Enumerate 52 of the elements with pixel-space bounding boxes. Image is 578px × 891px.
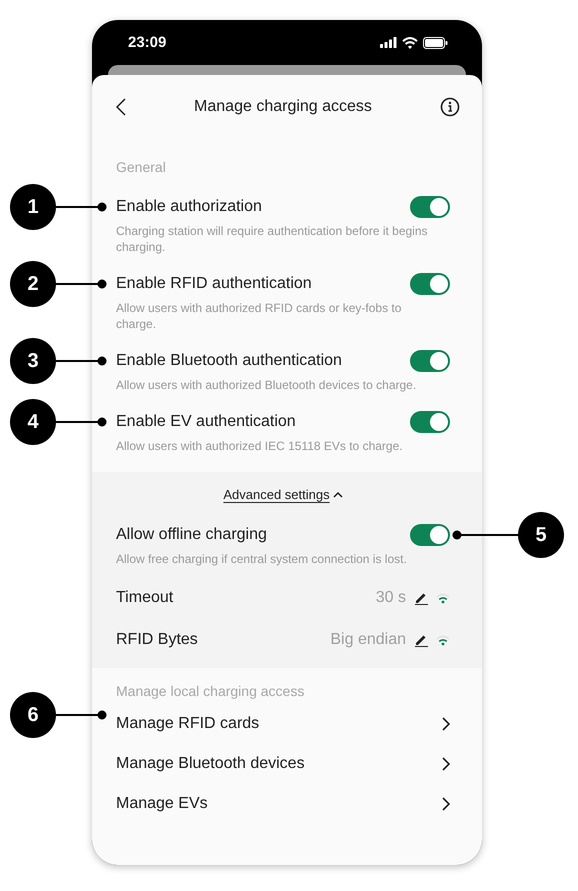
setting-description: Allow users with authorized RFID cards or key-fobs to charge. <box>116 300 402 332</box>
caret-icon <box>332 491 343 498</box>
chevron-right-icon <box>442 797 450 811</box>
nav-item[interactable]: Manage Bluetooth devices <box>116 744 450 784</box>
back-button[interactable] <box>116 98 126 116</box>
leader-line <box>56 279 107 289</box>
section-heading: General <box>116 158 166 177</box>
status-time: 23:09 <box>128 34 166 51</box>
setting-title: Enable EV authentication <box>116 413 296 431</box>
callout-number: 2 <box>10 261 56 307</box>
callout-number: 3 <box>10 338 56 384</box>
callout-number: 5 <box>518 512 564 558</box>
leader-line <box>56 417 107 427</box>
setting-description: Allow free charging if central system connection is lost. <box>116 551 408 567</box>
toggle-switch[interactable] <box>410 273 450 295</box>
nav-item[interactable]: Manage RFID cards <box>116 704 450 744</box>
toggle-switch[interactable] <box>410 411 450 433</box>
signal-icon <box>380 37 397 48</box>
leader-line <box>56 202 107 212</box>
page-title: Manage charging access <box>194 98 372 116</box>
callout-number: 6 <box>10 692 56 738</box>
advanced-settings-link[interactable]: Advanced settings <box>223 487 343 502</box>
toggle-switch[interactable] <box>410 524 450 546</box>
info-button[interactable] <box>440 97 460 117</box>
wifi-icon <box>436 634 450 646</box>
toggle-switch[interactable] <box>410 196 450 218</box>
section-heading: Manage local charging access <box>116 682 304 701</box>
callout-number: 1 <box>10 184 56 230</box>
setting-value: Big endian <box>330 631 406 649</box>
setting-title: Enable authorization <box>116 198 262 216</box>
toggle-switch[interactable] <box>410 350 450 372</box>
setting-description: Allow users with authorized Bluetooth devices to charge. <box>116 377 418 393</box>
edit-icon[interactable] <box>414 633 428 647</box>
setting-title: Enable RFID authentication <box>116 275 312 293</box>
setting-title: Timeout <box>116 589 174 607</box>
wifi-icon <box>402 36 418 48</box>
nav-item[interactable]: Manage EVs <box>116 784 450 824</box>
leader-line <box>56 356 107 366</box>
setting-title: RFID Bytes <box>116 631 198 649</box>
leader-line <box>56 710 107 720</box>
edit-icon[interactable] <box>414 591 428 605</box>
wifi-icon <box>436 592 450 604</box>
setting-description: Allow users with authorized IEC 15118 EVs to charge. <box>116 438 404 454</box>
chevron-right-icon <box>442 717 450 731</box>
setting-title: Enable Bluetooth authentication <box>116 352 342 370</box>
leader-line <box>452 530 518 540</box>
setting-title: Allow offline charging <box>116 526 267 544</box>
setting-description: Charging station will require authentication before it begins charging. <box>116 223 429 255</box>
battery-icon <box>423 36 448 48</box>
setting-value: 30 s <box>376 589 406 607</box>
callout-number: 4 <box>10 399 56 445</box>
chevron-right-icon <box>442 757 450 771</box>
